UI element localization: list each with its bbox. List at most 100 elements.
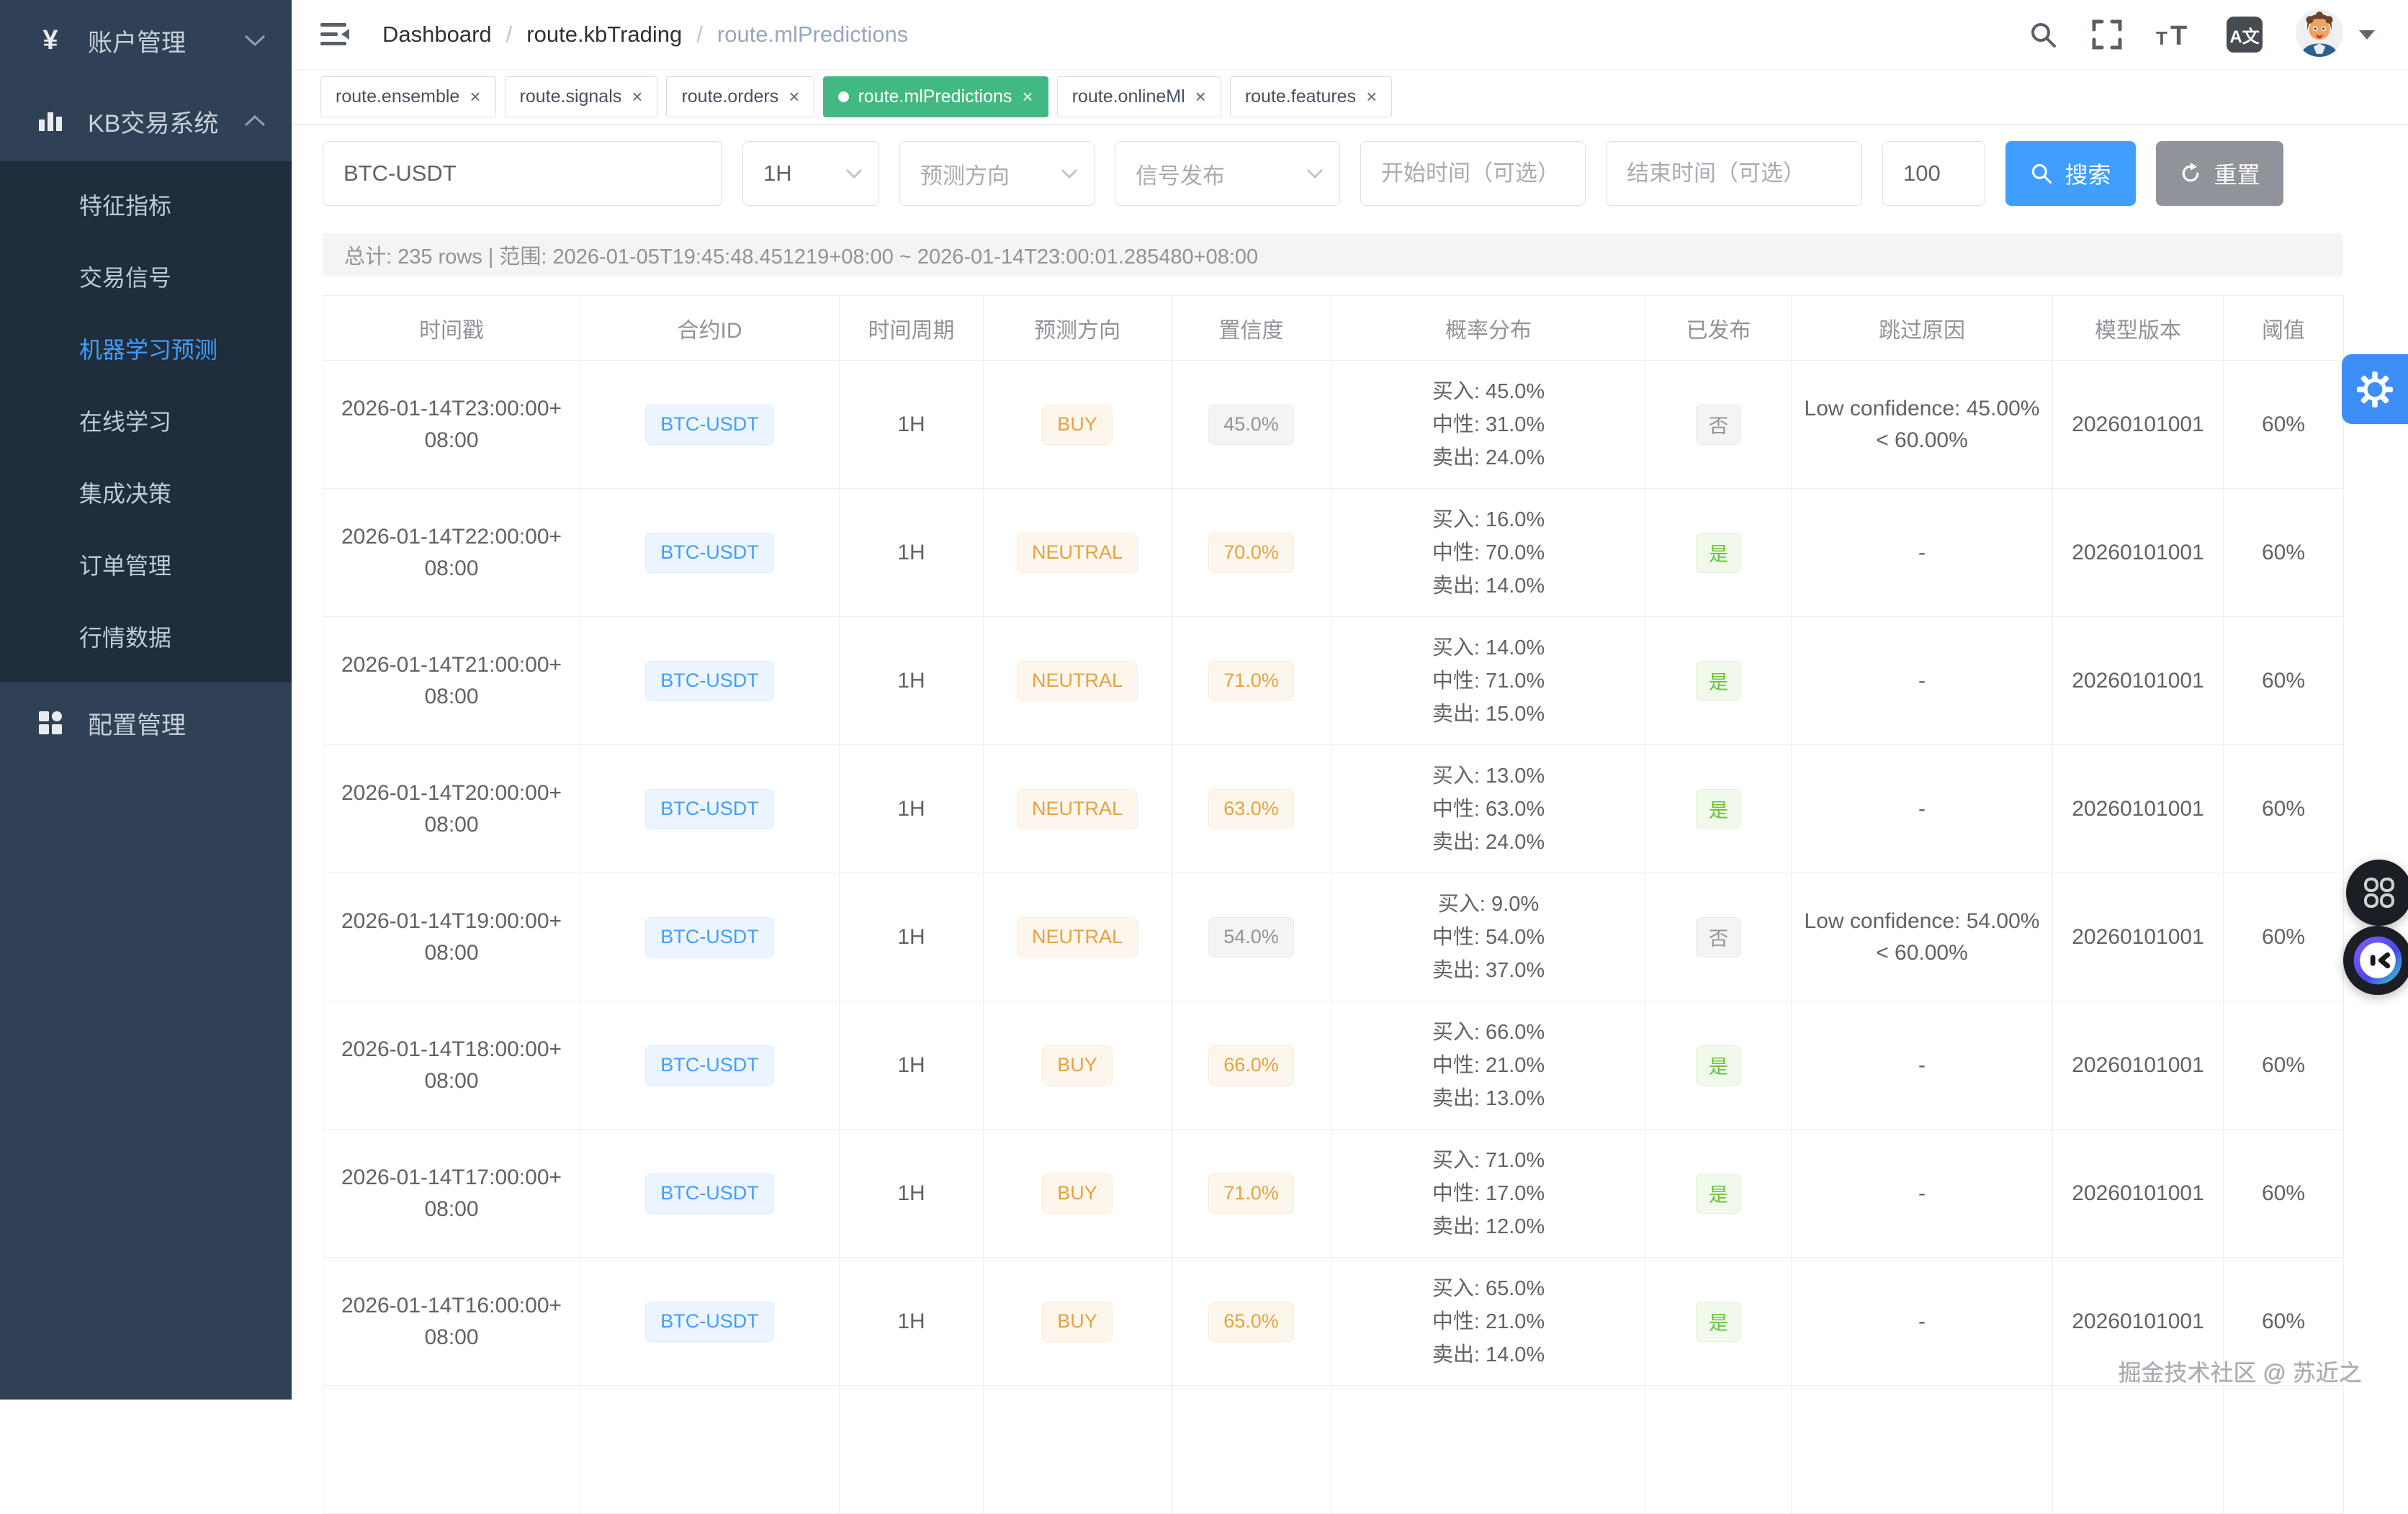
skip-reason-cell: - [1792, 617, 2053, 745]
tab-close-icon[interactable]: × [1366, 87, 1377, 106]
direction-cell: NEUTRAL [984, 745, 1172, 873]
search-icon[interactable] [2028, 19, 2058, 50]
sidebar-item[interactable]: 机器学习预测 [0, 314, 292, 386]
probability-line: 中性: 71.0% [1342, 664, 1635, 698]
settings-fab[interactable] [2342, 354, 2408, 424]
threshold-cell: 60% [2224, 1001, 2344, 1130]
user-menu[interactable] [2296, 9, 2375, 60]
table-row: 2026-01-14T19:00:00+08:00BTC-USDT1HNEUTR… [323, 873, 2344, 1001]
tab-route.features[interactable]: route.features× [1230, 76, 1392, 117]
timestamp-cell: 2026-01-14T22:00:00+08:00 [323, 489, 580, 617]
tab-close-icon[interactable]: × [789, 87, 799, 106]
tab-route.ensemble[interactable]: route.ensemble× [320, 76, 496, 117]
timestamp-cell: 2026-01-14T23:00:00+08:00 [323, 361, 580, 489]
skip-reason-cell: Low confidence: 54.00% < 60.00% [1792, 873, 2053, 1001]
limit-input[interactable] [1882, 141, 1985, 206]
sidebar-item[interactable]: 交易信号 [0, 242, 292, 314]
instrument-cell: BTC-USDT [580, 1001, 840, 1130]
model-version-cell: 20260101001 [2053, 873, 2224, 1001]
column-header: 阈值 [2224, 296, 2344, 361]
publish-select[interactable]: 信号发布 [1115, 141, 1340, 206]
instrument-input[interactable] [323, 141, 722, 206]
confidence-tag: 54.0% [1208, 917, 1294, 957]
skip-reason-cell: - [1792, 1258, 2053, 1386]
breadcrumb-item[interactable]: route.kbTrading [526, 22, 682, 48]
probability-cell: 买入: 66.0%中性: 21.0%卖出: 13.0% [1331, 1001, 1646, 1130]
text-size-icon[interactable]: TT [2156, 19, 2193, 50]
translate-icon[interactable]: A文 [2227, 17, 2263, 53]
published-tag: 是 [1696, 661, 1741, 701]
sidebar-item[interactable]: 特征指标 [0, 170, 292, 242]
tab-close-icon[interactable]: × [1195, 87, 1206, 106]
column-header: 模型版本 [2053, 296, 2224, 361]
chevron-down-icon [845, 168, 863, 179]
clover-icon [2363, 876, 2396, 909]
period-cell: 1H [840, 489, 984, 617]
instrument-tag: BTC-USDT [645, 1173, 774, 1214]
sidebar-item[interactable]: 集成决策 [0, 458, 292, 530]
breadcrumb-item[interactable]: Dashboard [382, 22, 492, 48]
direction-cell: BUY [984, 1001, 1172, 1130]
confidence-tag: 66.0% [1208, 1045, 1294, 1086]
direction-cell: BUY [984, 1130, 1172, 1258]
tab-route.signals[interactable]: route.signals× [505, 76, 658, 117]
tab-close-icon[interactable]: × [632, 87, 642, 106]
search-button[interactable]: 搜索 [2005, 141, 2136, 206]
table-row: 2026-01-14T20:00:00+08:00BTC-USDT1HNEUTR… [323, 745, 2344, 873]
summary-bar: 总计: 235 rows | 范围: 2026-01-05T19:45:48.4… [323, 233, 2343, 276]
watermark: 掘金技术社区 @ 苏近之 [2119, 1355, 2362, 1388]
table-header-row: 时间戳合约ID时间周期预测方向置信度概率分布已发布跳过原因模型版本阈值 [323, 296, 2344, 361]
confidence-tag: 63.0% [1208, 789, 1294, 829]
empty-cell [840, 1386, 984, 1514]
search-icon [2030, 162, 2053, 185]
direction-select[interactable]: 预测方向 [899, 141, 1095, 206]
threshold-cell: 60% [2224, 361, 2344, 489]
confidence-tag: 65.0% [1208, 1302, 1294, 1342]
sidebar-group-account[interactable]: ¥ 账户管理 [0, 0, 292, 81]
timestamp-text: 2026-01-14T20:00:00+08:00 [333, 778, 570, 841]
empty-cell [323, 1386, 580, 1514]
timestamp-cell: 2026-01-14T19:00:00+08:00 [323, 873, 580, 1001]
sidebar-group-config[interactable]: 配置管理 [0, 682, 292, 763]
end-time-input[interactable] [1606, 141, 1862, 206]
probability-line: 中性: 17.0% [1342, 1177, 1635, 1210]
tab-route.onlineMl[interactable]: route.onlineMl× [1057, 76, 1221, 117]
period-cell: 1H [840, 617, 984, 745]
instrument-tag: BTC-USDT [645, 1302, 774, 1342]
instrument-tag: BTC-USDT [645, 405, 774, 445]
period-cell: 1H [840, 1001, 984, 1130]
direction-cell: BUY [984, 1258, 1172, 1386]
sidebar-item[interactable]: 行情数据 [0, 602, 292, 674]
tab-close-icon[interactable]: × [1022, 87, 1033, 106]
extension-clover-fab[interactable] [2346, 860, 2408, 926]
period-select[interactable]: 1H [742, 141, 879, 206]
empty-cell [1646, 1386, 1792, 1514]
sidebar-item[interactable]: 订单管理 [0, 530, 292, 602]
skip-reason-text: Low confidence: 45.00% < 60.00% [1802, 393, 2042, 456]
tab-close-icon[interactable]: × [470, 87, 480, 106]
sidebar-group-kbtrading[interactable]: KB交易系统 [0, 81, 292, 161]
breadcrumb: Dashboard/route.kbTrading/route.mlPredic… [382, 22, 908, 48]
hamburger-icon[interactable] [319, 20, 351, 49]
direction-tag: NEUTRAL [1017, 661, 1138, 701]
reset-button[interactable]: 重置 [2156, 141, 2283, 206]
confidence-cell: 70.0% [1172, 489, 1331, 617]
column-header: 合约ID [580, 296, 840, 361]
column-header: 预测方向 [984, 296, 1172, 361]
probability-line: 卖出: 13.0% [1342, 1082, 1635, 1115]
filter-bar: 1H 预测方向 信号发布 搜索 重置 [323, 141, 2408, 206]
fullscreen-icon[interactable] [2091, 19, 2123, 50]
instrument-tag: BTC-USDT [645, 661, 774, 701]
tab-route.mlPredictions[interactable]: route.mlPredictions× [823, 76, 1048, 117]
sidebar-item[interactable]: 在线学习 [0, 386, 292, 458]
tab-route.orders[interactable]: route.orders× [666, 76, 814, 117]
published-cell: 是 [1646, 1258, 1792, 1386]
avatar[interactable] [2296, 9, 2343, 60]
chevron-up-icon [244, 114, 266, 127]
instrument-cell: BTC-USDT [580, 361, 840, 489]
skip-reason-text: - [1802, 793, 2042, 825]
ai-assistant-fab[interactable] [2343, 926, 2408, 995]
probability-cell: 买入: 13.0%中性: 63.0%卖出: 24.0% [1331, 745, 1646, 873]
start-time-input[interactable] [1360, 141, 1586, 206]
direction-tag: NEUTRAL [1017, 789, 1138, 829]
